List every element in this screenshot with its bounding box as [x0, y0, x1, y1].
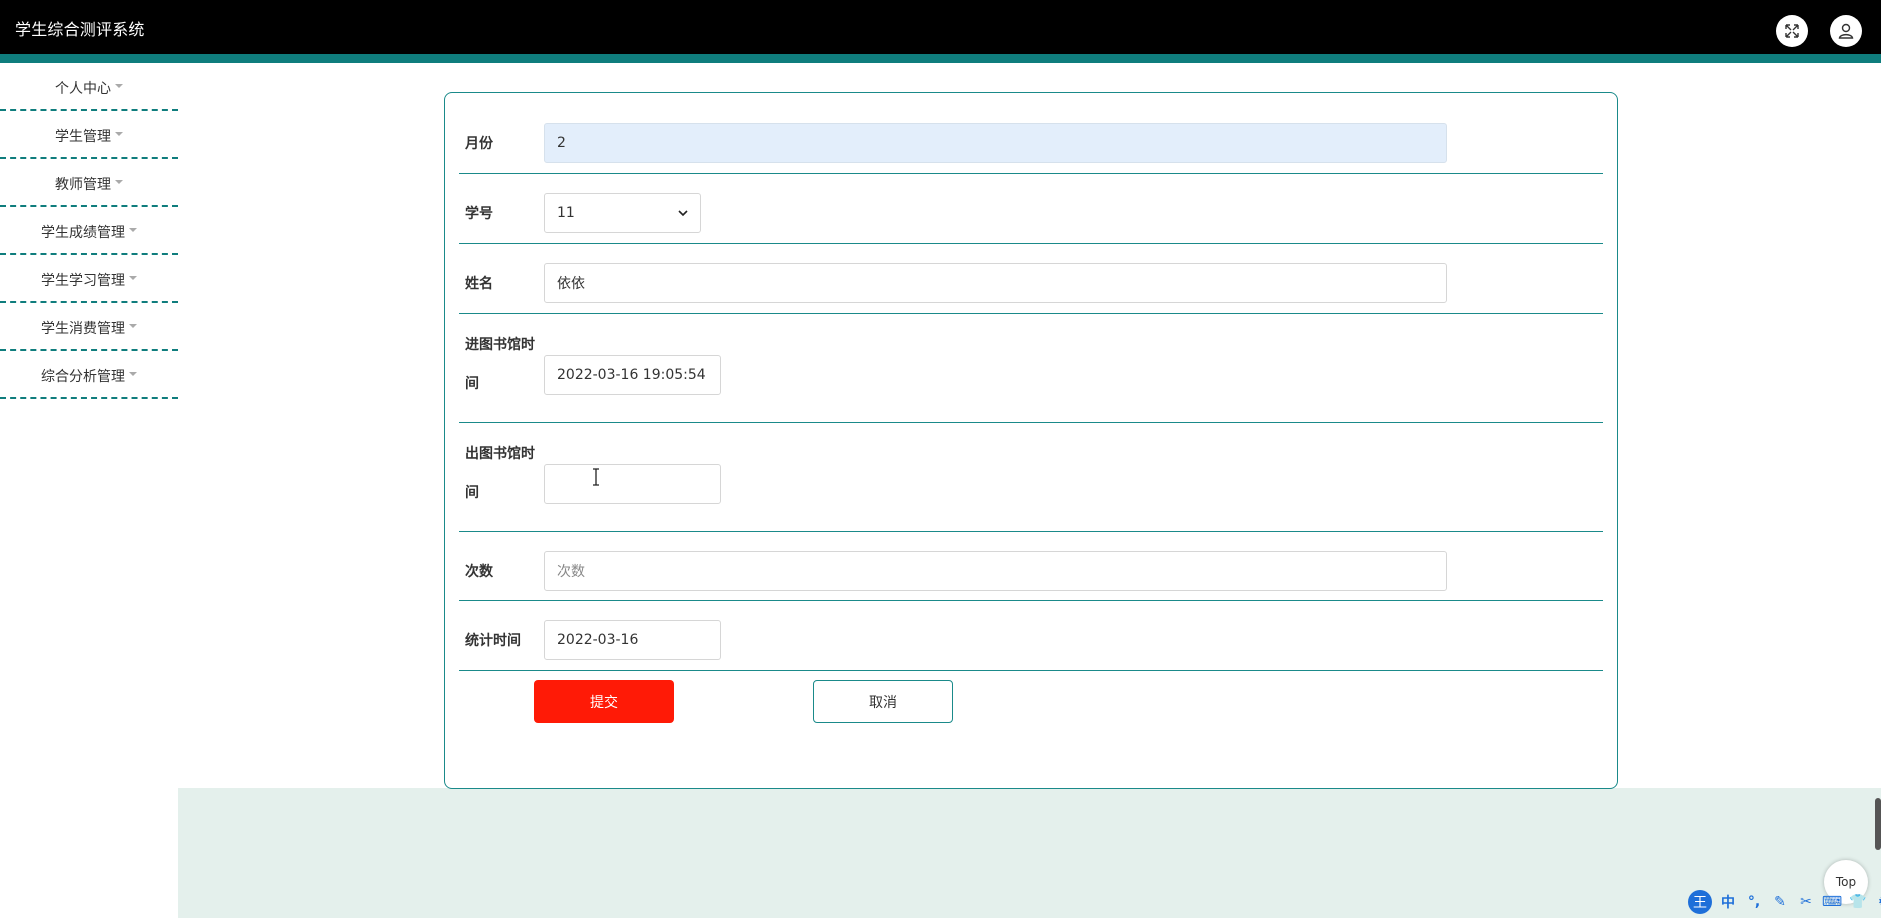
- ime-toolbar: 王 中 °, ✎ ✂ ⌨ 👕 ⚙: [1688, 890, 1881, 914]
- stat-time-field[interactable]: 2022-03-16: [544, 620, 721, 660]
- user-icon: [1838, 23, 1854, 39]
- exit-time-field[interactable]: [544, 464, 721, 504]
- caret-down-icon: [115, 132, 123, 136]
- entry-time-label-line2: 间: [465, 376, 479, 392]
- sidebar-item-teacher-management[interactable]: 教师管理: [0, 159, 178, 207]
- exit-time-label-line2: 间: [465, 485, 479, 501]
- form-row-entry-time: 进图书馆时 间 2022-03-16 19:05:54: [459, 314, 1603, 423]
- name-field[interactable]: 依依: [544, 263, 1447, 303]
- sidebar-item-grade-management[interactable]: 学生成绩管理: [0, 207, 178, 255]
- caret-down-icon: [129, 324, 137, 328]
- header-accent-stripe: [0, 54, 1881, 63]
- caret-down-icon: [129, 276, 137, 280]
- form-row-student-id: 学号 11: [459, 174, 1603, 244]
- student-id-label: 学号: [465, 206, 493, 222]
- sidebar-item-label: 学生消费管理: [41, 321, 125, 337]
- sidebar-item-analysis-management[interactable]: 综合分析管理: [0, 351, 178, 399]
- form-row-stat-time: 统计时间 2022-03-16: [459, 601, 1603, 671]
- footer-band: [178, 788, 1881, 918]
- count-label: 次数: [465, 564, 493, 580]
- entry-time-label: 进图书馆时 间: [465, 326, 537, 404]
- sidebar-item-label: 教师管理: [55, 177, 111, 193]
- user-button[interactable]: [1830, 15, 1862, 47]
- sidebar-item-study-management[interactable]: 学生学习管理: [0, 255, 178, 303]
- sidebar-item-label: 学生成绩管理: [41, 225, 125, 241]
- sidebar-item-label: 学生管理: [55, 129, 111, 145]
- entry-time-label-line1: 进图书馆时: [465, 337, 535, 353]
- app-title: 学生综合测评系统: [15, 20, 145, 39]
- caret-down-icon: [129, 228, 137, 232]
- ime-scissors-icon[interactable]: ✂: [1796, 892, 1816, 912]
- sidebar-item-label: 综合分析管理: [41, 369, 125, 385]
- exit-time-label-line1: 出图书馆时: [465, 446, 535, 462]
- exit-time-label: 出图书馆时 间: [465, 435, 537, 513]
- cancel-button[interactable]: 取消: [813, 680, 953, 723]
- ime-keyboard-icon[interactable]: ⌨: [1822, 892, 1842, 912]
- sidebar-item-personal-center[interactable]: 个人中心: [0, 63, 178, 111]
- form-row-count: 次数 次数: [459, 532, 1603, 601]
- month-label: 月份: [465, 136, 493, 152]
- ime-settings-icon[interactable]: ⚙: [1874, 892, 1881, 912]
- month-field[interactable]: 2: [544, 123, 1447, 163]
- ime-punctuation-icon[interactable]: °,: [1744, 892, 1764, 912]
- sidebar-item-label: 学生学习管理: [41, 273, 125, 289]
- fullscreen-button[interactable]: [1776, 15, 1808, 47]
- sidebar-item-label: 个人中心: [55, 81, 111, 97]
- form-row-exit-time: 出图书馆时 间: [459, 423, 1603, 532]
- top-bar: 学生综合测评系统: [0, 0, 1881, 54]
- chevron-down-icon: [678, 210, 688, 217]
- student-id-selected-value: 11: [557, 205, 575, 221]
- submit-button[interactable]: 提交: [534, 680, 674, 723]
- count-field[interactable]: 次数: [544, 551, 1447, 591]
- text-cursor-icon: [593, 468, 599, 486]
- sidebar-item-consumption-management[interactable]: 学生消费管理: [0, 303, 178, 351]
- sidebar: 个人中心 学生管理 教师管理 学生成绩管理 学生学习管理 学生消费管理 综合分析…: [0, 63, 178, 403]
- library-record-form: 月份 2 学号 11 姓名 依依 进图书馆时 间 2022-03-16 19:0…: [444, 92, 1618, 789]
- student-id-select[interactable]: 11: [544, 193, 701, 233]
- fullscreen-icon: [1785, 24, 1799, 38]
- scrollbar-handle[interactable]: [1875, 798, 1881, 850]
- sidebar-item-student-management[interactable]: 学生管理: [0, 111, 178, 159]
- caret-down-icon: [115, 84, 123, 88]
- caret-down-icon: [115, 180, 123, 184]
- ime-skin-icon[interactable]: 👕: [1848, 892, 1868, 912]
- ime-chinese-mode[interactable]: 中: [1718, 892, 1738, 912]
- caret-down-icon: [129, 372, 137, 376]
- entry-time-field[interactable]: 2022-03-16 19:05:54: [544, 355, 721, 395]
- ime-pen-icon[interactable]: ✎: [1770, 892, 1790, 912]
- stat-time-label: 统计时间: [465, 633, 521, 649]
- ime-logo-icon[interactable]: 王: [1688, 890, 1712, 914]
- name-label: 姓名: [465, 276, 493, 292]
- form-row-month: 月份 2: [459, 93, 1603, 174]
- form-row-name: 姓名 依依: [459, 244, 1603, 314]
